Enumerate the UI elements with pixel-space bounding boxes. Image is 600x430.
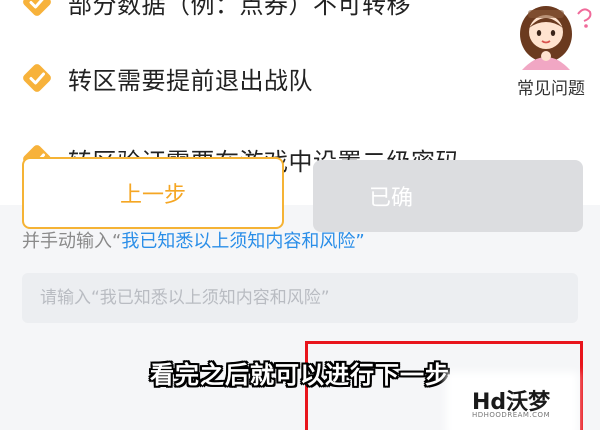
notice-item: 部分数据（例：点券）不可转移 — [22, 0, 411, 22]
confirm-instruction: 并手动输入“我已知悉以上须知内容和风险” — [22, 227, 365, 253]
watermark-logo: Hd沃梦 HDHOODREAM.COM — [452, 378, 572, 430]
faq-avatar-icon — [520, 6, 592, 70]
instruction-suffix: ” — [355, 231, 365, 252]
check-badge-icon — [23, 64, 51, 92]
check-badge-icon — [23, 0, 51, 16]
notice-text: 转区需要提前退出战队 — [68, 66, 313, 95]
notice-text: 部分数据（例：点券）不可转移 — [68, 0, 411, 19]
previous-step-button[interactable]: 上一步 — [22, 157, 284, 229]
instruction-prefix: 并手动输入“ — [22, 231, 122, 252]
confirm-phrase: 我已知悉以上须知内容和风险 — [121, 231, 356, 252]
confirm-phrase-input[interactable] — [22, 273, 578, 323]
watermark-sub: HDHOODREAM.COM — [472, 411, 551, 419]
confirm-button[interactable]: 已确 — [313, 160, 583, 232]
notice-item: 转区需要提前退出战队 — [22, 58, 313, 98]
faq-label: 常见问题 — [517, 79, 585, 99]
faq-button[interactable]: 常见问题 — [508, 0, 594, 100]
